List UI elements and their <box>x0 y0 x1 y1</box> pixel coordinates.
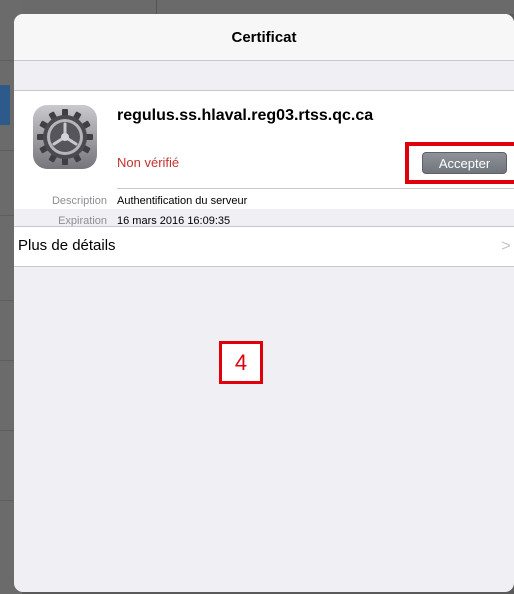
certificate-summary-cell: regulus.ss.hlaval.reg03.rtss.qc.ca Non v… <box>14 90 514 226</box>
detail-label: Description <box>51 195 107 207</box>
page-title: Certificat <box>231 28 297 46</box>
detail-value: Authentification du serveur <box>117 195 248 207</box>
divider <box>117 188 514 189</box>
more-details-label: Plus de détails <box>18 237 116 254</box>
certificate-hostname: regulus.ss.hlaval.reg03.rtss.qc.ca <box>117 107 374 124</box>
detail-row-description: Description Authentification du serveur <box>14 195 514 211</box>
more-details-row[interactable]: Plus de détails > <box>14 226 514 267</box>
accept-button-highlight <box>405 142 514 184</box>
step-number-annotation: 4 <box>219 341 263 384</box>
background-top-bar <box>0 0 514 14</box>
chevron-right-icon: > <box>501 236 511 255</box>
detail-value: 16 mars 2016 16:09:35 <box>117 215 231 226</box>
detail-row-expiration: Expiration 16 mars 2016 16:09:35 <box>14 215 514 226</box>
settings-gear-icon <box>33 105 97 169</box>
detail-label: Expiration <box>58 215 107 226</box>
verification-status: Non vérifié <box>117 155 180 170</box>
navigation-bar: Certificat <box>14 14 514 61</box>
certificate-sheet: Certificat regulus.ss.hlaval.reg03.rtss.… <box>14 14 514 592</box>
